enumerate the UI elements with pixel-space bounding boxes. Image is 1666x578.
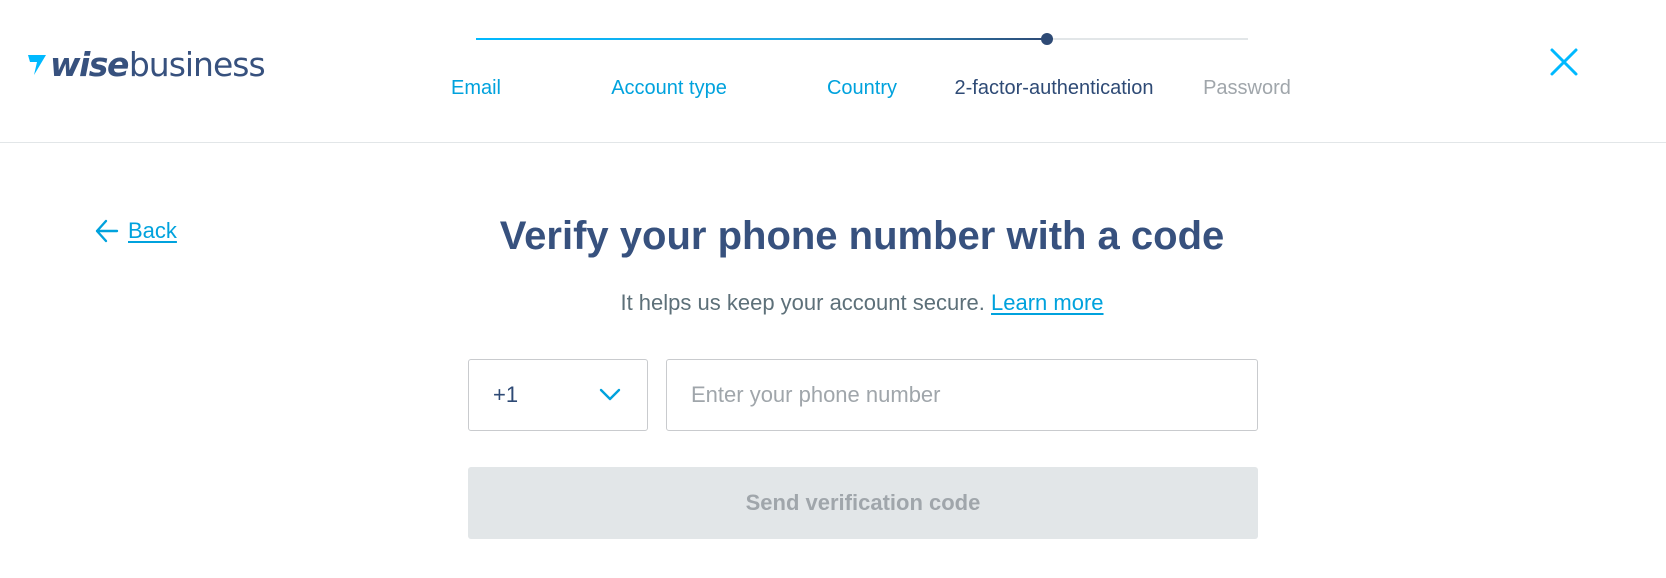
progress-fill xyxy=(476,38,1047,40)
close-icon[interactable] xyxy=(1548,46,1580,78)
page-subtitle: It helps us keep your account secure. Le… xyxy=(0,290,1666,316)
logo-business-text: business xyxy=(128,44,266,84)
country-code-select[interactable]: +1 xyxy=(468,359,648,431)
wise-business-logo[interactable]: wise business xyxy=(26,44,266,84)
logo-wise-text: wise xyxy=(50,44,129,84)
subtitle-text: It helps us keep your account secure. xyxy=(620,290,985,315)
send-verification-code-button[interactable]: Send verification code xyxy=(468,467,1258,539)
signup-progress-bar xyxy=(476,33,1248,45)
progress-current-marker xyxy=(1040,33,1053,45)
top-header: wise business Email Account type Country… xyxy=(0,0,1666,143)
learn-more-link[interactable]: Learn more xyxy=(991,290,1104,315)
step-2-factor-authentication: 2-factor-authentication xyxy=(954,77,1154,99)
chevron-down-icon xyxy=(599,388,621,401)
step-country: Country xyxy=(826,77,898,99)
country-code-value: +1 xyxy=(493,382,519,407)
wise-flag-icon xyxy=(28,55,46,75)
phone-number-input[interactable] xyxy=(666,359,1258,431)
step-password: Password xyxy=(1203,77,1291,99)
page-title: Verify your phone number with a code xyxy=(499,214,1225,258)
step-email: Email xyxy=(450,77,502,99)
step-account-type: Account type xyxy=(611,77,727,99)
